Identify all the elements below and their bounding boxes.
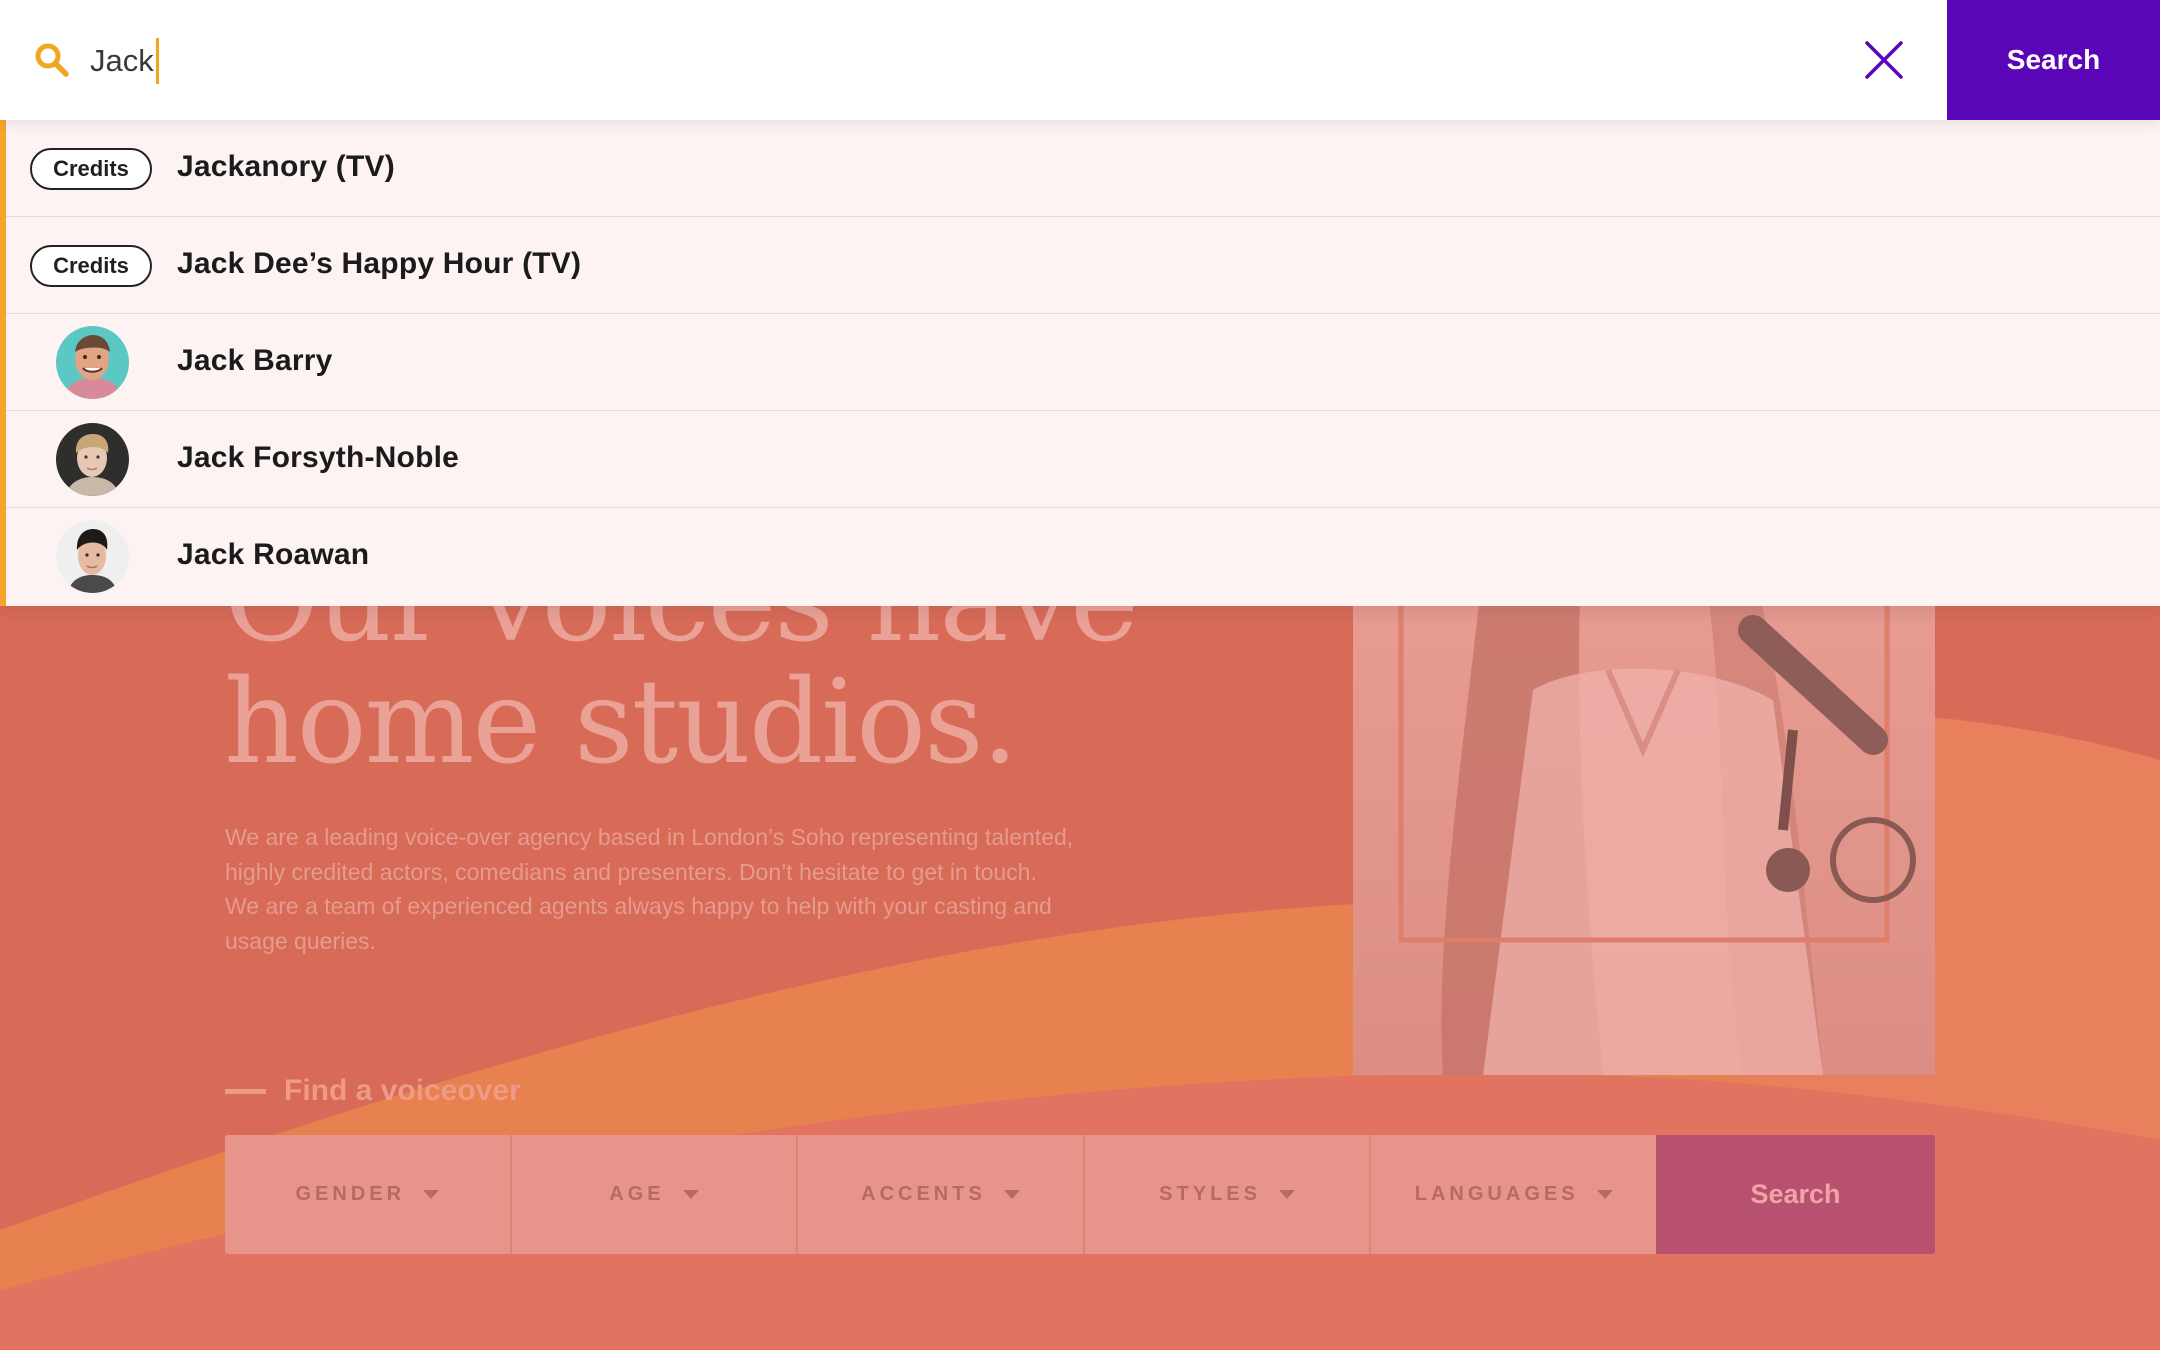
filter-age-label: AGE (609, 1183, 665, 1205)
filter-accents-label: ACCENTS (861, 1183, 986, 1205)
result-item-jack-roawan[interactable]: Jack Roawan (6, 508, 2160, 606)
filter-age[interactable]: AGE (511, 1135, 799, 1254)
filter-gender[interactable]: GENDER (225, 1135, 512, 1254)
result-item-jack-dees-happy-hour[interactable]: Credits Jack Dee’s Happy Hour (TV) (6, 217, 2160, 314)
search-input[interactable]: Jack (90, 38, 159, 84)
hero-title-line-2: home studios. (224, 655, 1019, 790)
close-icon[interactable] (1864, 40, 1904, 80)
caret-down-icon (1596, 1190, 1613, 1199)
filter-gender-label: GENDER (295, 1183, 406, 1205)
result-label: Jack Forsyth-Noble (177, 441, 460, 474)
heading-dash (225, 1088, 266, 1094)
filter-languages[interactable]: LANGUAGES (1371, 1135, 1656, 1254)
result-label: Jack Dee’s Happy Hour (TV) (177, 247, 582, 280)
finder-search-button[interactable]: Search (1655, 1135, 1935, 1254)
filter-styles[interactable]: STYLES (1084, 1135, 1372, 1254)
avatar (56, 423, 129, 496)
caret-down-icon (423, 1190, 440, 1199)
result-label: Jackanory (TV) (177, 150, 395, 183)
find-voiceover-heading: Find a voiceover (225, 1074, 521, 1108)
result-label: Jack Roawan (177, 538, 370, 571)
hero-description: We are a leading voice-over agency based… (225, 824, 1074, 954)
caret-down-icon (682, 1190, 699, 1199)
caret-down-icon (1278, 1190, 1295, 1199)
site-search-bar: Jack Search (0, 0, 2160, 120)
credits-badge: Credits (30, 245, 152, 287)
filter-styles-label: STYLES (1159, 1183, 1261, 1205)
filter-accents[interactable]: ACCENTS (798, 1135, 1085, 1254)
avatar (56, 520, 129, 593)
search-query-text: Jack (90, 43, 154, 78)
voiceover-filter-bar: GENDER AGE ACCENTS STYLES LANGUAGES Sear… (225, 1135, 1935, 1254)
result-item-jackanory[interactable]: Credits Jackanory (TV) (6, 120, 2160, 217)
search-icon (35, 43, 69, 77)
avatar (56, 326, 129, 399)
result-item-jack-forsyth-noble[interactable]: Jack Forsyth-Noble (6, 411, 2160, 508)
find-voiceover-label: Find a voiceover (284, 1074, 521, 1107)
filter-languages-label: LANGUAGES (1414, 1183, 1579, 1205)
caret-down-icon (1003, 1190, 1020, 1199)
credits-badge: Credits (30, 148, 152, 190)
result-item-jack-barry[interactable]: Jack Barry (6, 314, 2160, 411)
text-cursor (155, 38, 159, 84)
result-label: Jack Barry (177, 344, 333, 377)
search-results-dropdown: Credits Jackanory (TV) Credits Jack Dee’… (0, 120, 2160, 606)
search-button[interactable]: Search (1947, 0, 2160, 120)
